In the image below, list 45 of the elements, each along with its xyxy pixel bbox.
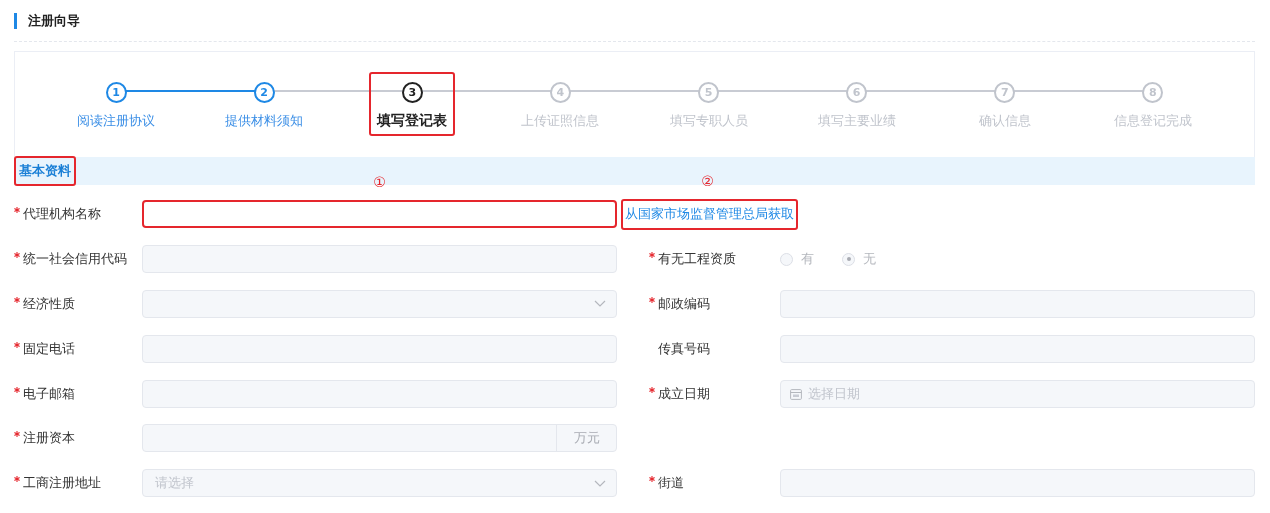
page-title: 注册向导 [28, 11, 80, 30]
field-label: 成立日期 [658, 384, 710, 403]
text-field[interactable] [142, 200, 617, 229]
chevron-down-icon [594, 300, 606, 308]
fetch-link[interactable]: 从国家市场监督管理总局获取 [621, 198, 798, 230]
field-label: 固定电话 [23, 339, 75, 358]
step-label: 填写专职人员 [669, 112, 748, 130]
amount-field[interactable]: 万元 [142, 424, 617, 453]
step-number: 6 [846, 82, 868, 103]
callout-number: ① [373, 174, 386, 191]
step-label: 上传证照信息 [521, 112, 600, 130]
step-label: 提供材料须知 [225, 112, 304, 130]
title-accent-bar [14, 12, 17, 29]
field-label: 邮政编码 [658, 295, 710, 313]
field-label: 工商注册地址 [23, 474, 101, 493]
select-field[interactable] [142, 290, 617, 318]
field-label: 传真号码 [658, 339, 710, 358]
step-number: 1 [105, 82, 127, 103]
field-label: 代理机构名称 [23, 205, 101, 224]
step-label: 填写登记表 [377, 112, 448, 130]
step-number: 5 [698, 82, 720, 103]
field-label: 电子邮箱 [23, 384, 75, 403]
step-number: 2 [253, 82, 275, 103]
radio-label: 有 [801, 250, 814, 269]
radio-button[interactable] [780, 252, 793, 266]
chevron-down-icon [594, 479, 606, 487]
field-label: 注册资本 [23, 429, 75, 448]
callout-number: ② [701, 172, 714, 189]
step-label: 确认信息 [978, 112, 1031, 130]
radio-button[interactable] [842, 252, 855, 266]
field-label: 有无工程资质 [658, 250, 736, 269]
calendar-icon [790, 387, 802, 400]
step-number: 8 [1142, 82, 1164, 103]
step-number: 4 [549, 82, 571, 103]
field-label: 统一社会信用代码 [23, 250, 127, 269]
field-label: 经济性质 [23, 295, 75, 313]
unit-label: 万元 [556, 425, 616, 452]
radio-label: 无 [863, 250, 876, 269]
step-label: 阅读注册协议 [77, 112, 156, 130]
step-label: 信息登记完成 [1113, 112, 1192, 130]
step-number: 3 [401, 82, 423, 103]
section-title: 基本资料 [14, 156, 76, 186]
field-label: 街道 [658, 474, 684, 493]
step-label: 填写主要业绩 [817, 112, 896, 130]
step-number: 7 [994, 82, 1016, 103]
